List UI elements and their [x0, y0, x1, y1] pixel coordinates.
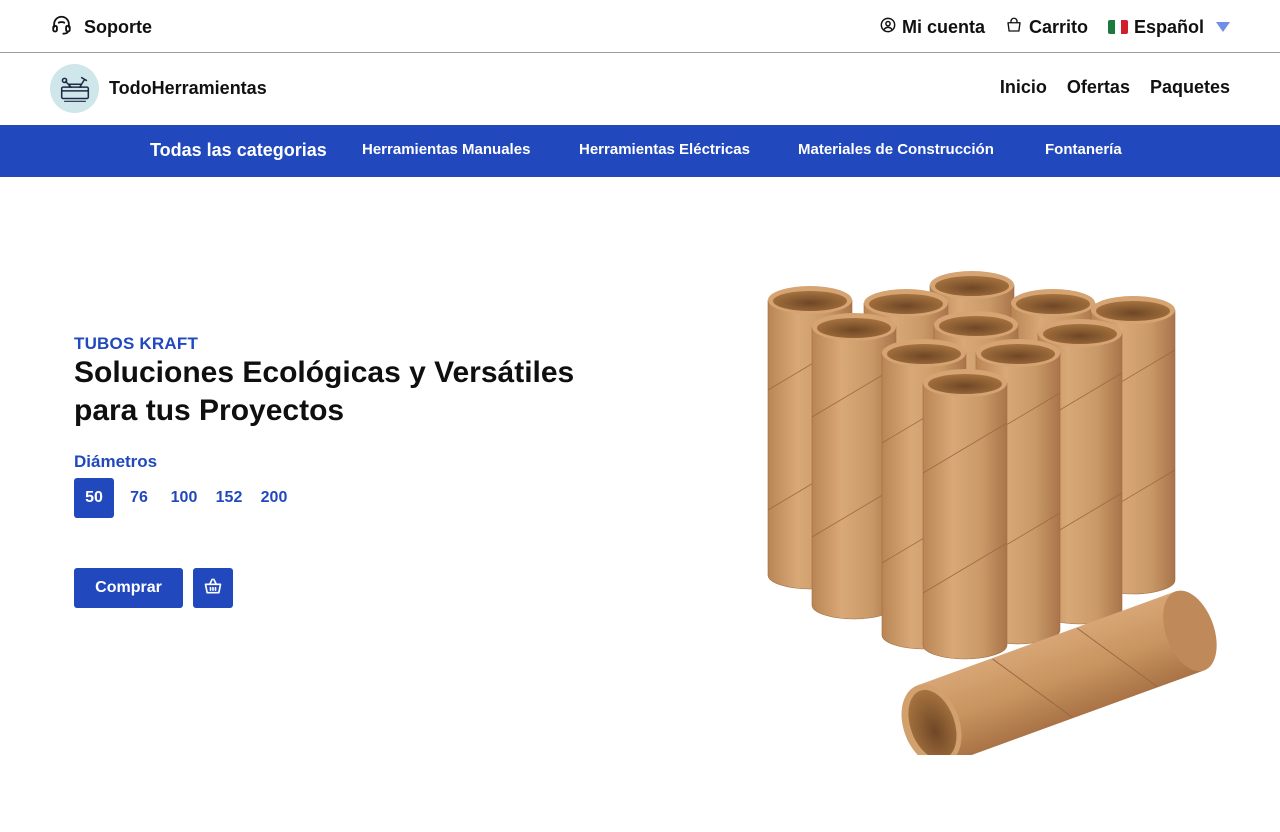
standing-tube: [922, 369, 1008, 660]
user-circle-icon: [880, 17, 896, 38]
diameter-options: 50 76 100 152 200: [74, 478, 294, 518]
chevron-down-icon: [1216, 22, 1230, 32]
mexico-flag-icon: [1107, 20, 1128, 34]
diameter-option-100[interactable]: 100: [164, 478, 204, 518]
diameter-option-200[interactable]: 200: [254, 478, 294, 518]
support-label: Soporte: [84, 16, 153, 37]
nav-paquetes[interactable]: Paquetes: [1150, 77, 1230, 98]
add-to-cart-button[interactable]: [193, 568, 233, 608]
nav-ofertas[interactable]: Ofertas: [1067, 77, 1130, 98]
product-image-kraft-tubes: [750, 255, 1220, 766]
top-utility-bar: Soporte Mi cuenta Carrito Español: [0, 0, 1280, 53]
diameter-option-152[interactable]: 152: [209, 478, 249, 518]
category-materiales-construccion[interactable]: Materiales de Construcción: [798, 141, 994, 158]
buy-button[interactable]: Comprar: [74, 568, 183, 608]
brand-home-link[interactable]: TodoHerramientas: [50, 64, 267, 113]
headset-icon: [50, 14, 73, 41]
diameter-option-50[interactable]: 50: [74, 478, 114, 518]
product-eyebrow: TUBOS KRAFT: [74, 334, 199, 353]
category-herramientas-electricas[interactable]: Herramientas Eléctricas: [579, 141, 750, 158]
top-right-links: Mi cuenta Carrito Español: [880, 14, 1230, 40]
language-selector[interactable]: Español: [1107, 16, 1230, 38]
cart-link[interactable]: Carrito: [1005, 16, 1088, 39]
main-nav: Inicio Ofertas Paquetes: [1000, 77, 1230, 98]
support-link[interactable]: Soporte: [50, 14, 152, 40]
nav-inicio[interactable]: Inicio: [1000, 77, 1047, 98]
shopping-bag-icon: [1005, 16, 1023, 39]
cart-label: Carrito: [1028, 16, 1088, 37]
category-herramientas-manuales[interactable]: Herramientas Manuales: [362, 141, 530, 158]
language-label: Español: [1133, 16, 1204, 37]
all-categories-button[interactable]: Todas las categorias: [150, 140, 327, 161]
brand-name: TodoHerramientas: [109, 78, 267, 98]
hero-title: Soluciones Ecológicas y Versátiles para …: [74, 356, 575, 427]
category-bar: Todas las categorias Herramientas Manual…: [0, 125, 1280, 177]
main-header: TodoHerramientas Inicio Ofertas Paquetes: [0, 53, 1280, 125]
diameter-option-76[interactable]: 76: [119, 478, 159, 518]
diameters-label: Diámetros: [74, 452, 158, 471]
category-fontaneria[interactable]: Fontanería: [1045, 141, 1122, 158]
brand-logo: [50, 64, 99, 113]
account-label: Mi cuenta: [901, 16, 985, 37]
account-link[interactable]: Mi cuenta: [880, 17, 985, 38]
shopping-basket-icon: [203, 576, 223, 601]
